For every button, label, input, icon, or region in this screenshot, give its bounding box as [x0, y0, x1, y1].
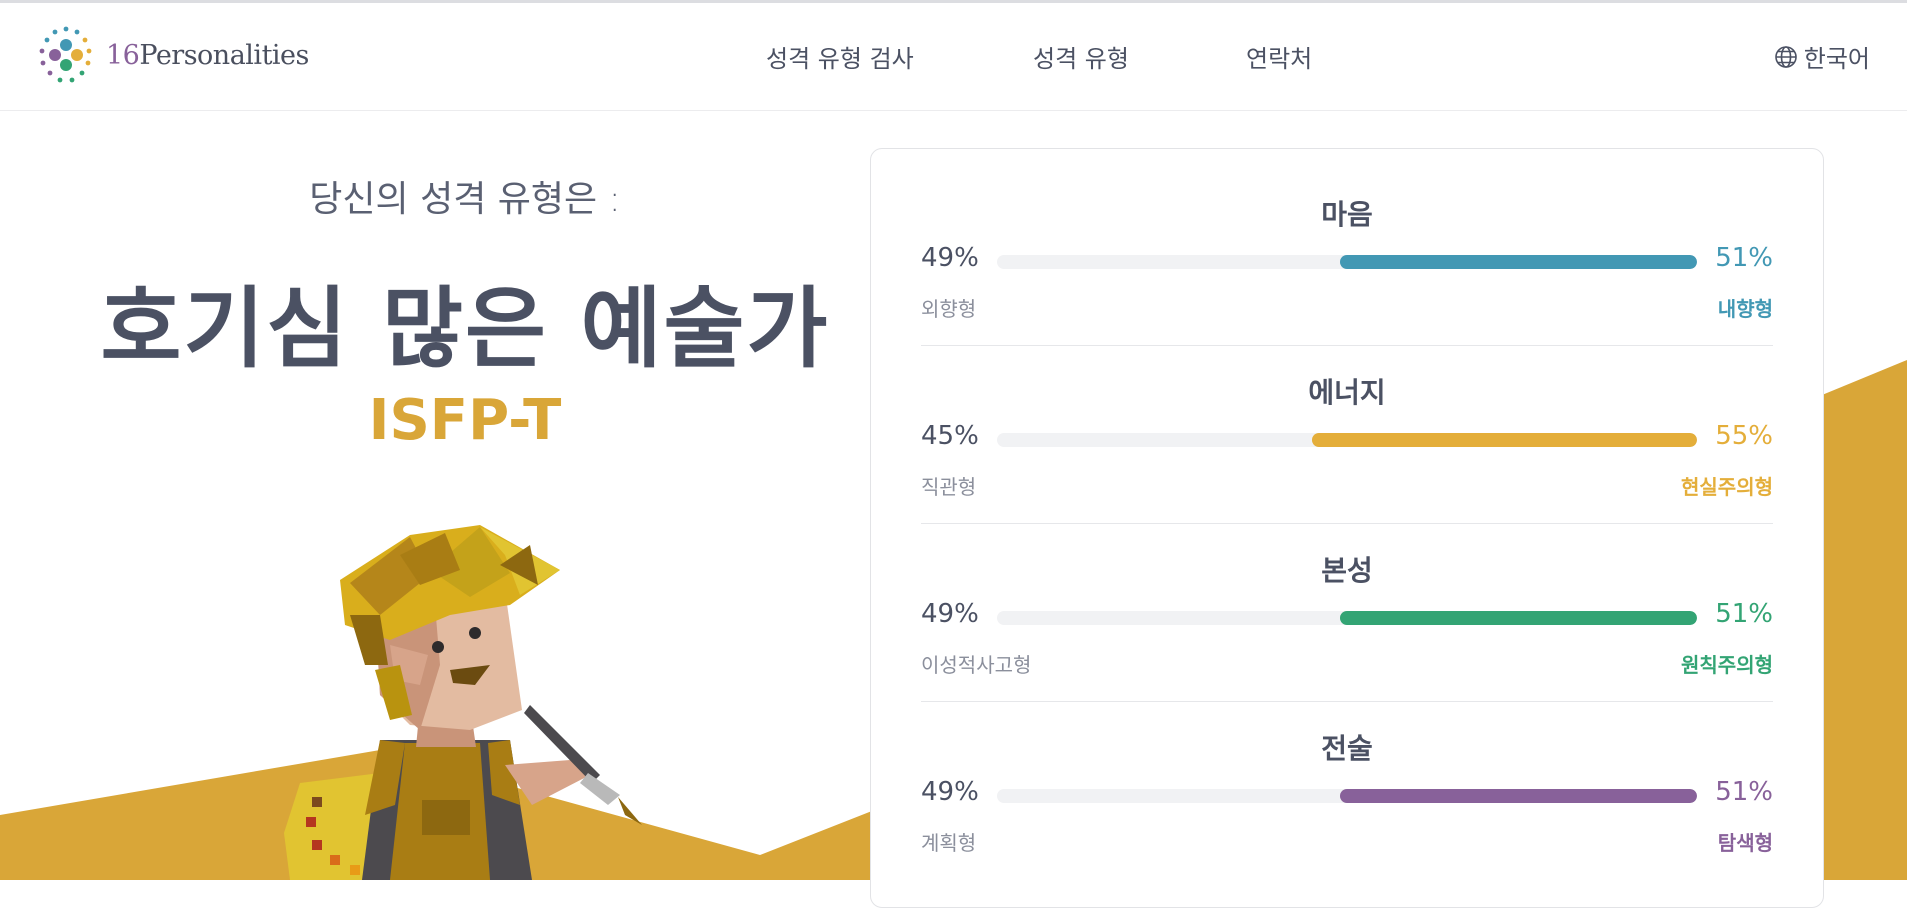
- trait-nature: 본성 49% 51% 이성적사고형 원칙주의형: [921, 505, 1773, 702]
- nav-item-contact[interactable]: 연락처: [1246, 39, 1312, 74]
- trait-bar-fill: [1340, 789, 1697, 803]
- trait-bar: [997, 433, 1697, 447]
- globe-icon: [1774, 45, 1797, 68]
- nav-item-types[interactable]: 성격 유형: [1033, 39, 1129, 74]
- result-intro: 당신의 성격 유형은 :: [309, 179, 621, 220]
- trait-right-percent: 51%: [1715, 777, 1773, 807]
- nav-item-test[interactable]: 성격 유형 검사: [766, 39, 914, 74]
- trait-title: 본성: [1321, 554, 1373, 587]
- trait-bar: [997, 789, 1697, 803]
- language-label: 한국어: [1803, 45, 1870, 73]
- trait-right-percent: 55%: [1715, 421, 1773, 451]
- trait-left-percent: 49%: [921, 777, 979, 807]
- language-selector[interactable]: 한국어: [1774, 39, 1870, 74]
- trait-bar-fill: [1340, 611, 1697, 625]
- trait-bar: [997, 255, 1697, 269]
- trait-title: 전술: [1321, 732, 1373, 765]
- trait-right-percent: 51%: [1715, 599, 1773, 629]
- trait-energy: 에너지 45% 55% 직관형 현실주의형: [921, 327, 1773, 524]
- trait-mind: 마음 49% 51% 외향형 내향형: [921, 149, 1773, 346]
- artist-character-illustration: [284, 525, 642, 880]
- trait-bar: [997, 611, 1697, 625]
- trait-left-percent: 45%: [921, 421, 979, 451]
- trait-left-percent: 49%: [921, 243, 979, 273]
- trait-right-label: 원칙주의형: [1681, 653, 1773, 677]
- trait-left-percent: 49%: [921, 599, 979, 629]
- trait-right-label: 탐색형: [1717, 831, 1773, 855]
- trait-left-label: 직관형: [921, 475, 977, 499]
- trait-right-percent: 51%: [1715, 243, 1773, 273]
- trait-bar-fill: [1312, 433, 1697, 447]
- trait-left-label: 외향형: [921, 297, 977, 321]
- site-header: 16Personalities 성격 유형 검사 성격 유형 연락처 한국어: [0, 3, 1907, 111]
- trait-left-label: 이성적사고형: [921, 653, 1032, 677]
- traits-card: 마음 49% 51% 외향형 내향형 에너지 45% 55% 직관형 현실주의형…: [870, 148, 1824, 908]
- personality-type-code: ISFP-T: [368, 388, 562, 453]
- trait-tactics: 전술 49% 51% 계획형 탐색형: [921, 683, 1773, 861]
- main-nav: 성격 유형 검사 성격 유형 연락처: [0, 39, 1907, 74]
- trait-title: 마음: [1321, 198, 1373, 231]
- trait-left-label: 계획형: [921, 831, 977, 855]
- trait-right-label: 현실주의형: [1681, 475, 1773, 499]
- personality-type-name: 호기심 많은 예술가: [100, 277, 830, 380]
- trait-right-label: 내향형: [1717, 297, 1773, 321]
- trait-bar-fill: [1340, 255, 1697, 269]
- trait-title: 에너지: [1308, 376, 1386, 409]
